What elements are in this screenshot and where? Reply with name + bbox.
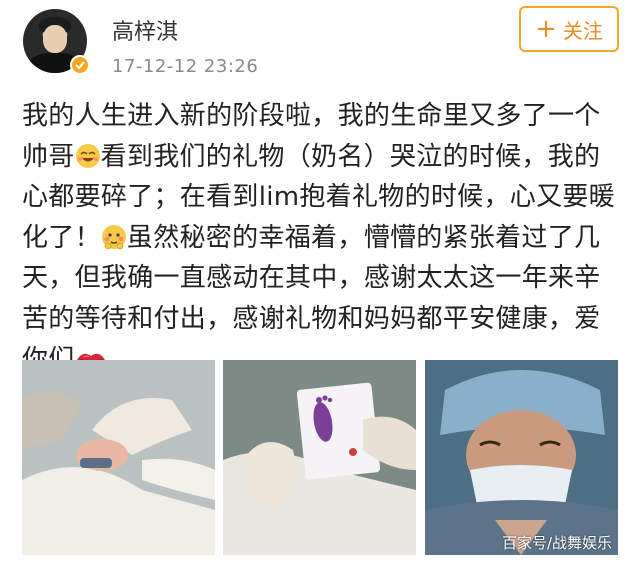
verified-badge-icon <box>70 55 90 75</box>
post-text-line: 帅哥 看到我们的礼物（奶名）哭泣的时候，我的 <box>22 137 622 178</box>
post-text: 我的人生进入新的阶段啦，我的生命里又多了一个 帅哥 看到我们的礼物（奶名）哭泣的时… <box>22 96 622 380</box>
photo-footprint-card[interactable] <box>223 360 416 555</box>
photo-father-in-scrubs[interactable]: 百家号/战舞娱乐 <box>425 360 618 555</box>
post-text-line: 我的人生进入新的阶段啦，我的生命里又多了一个 <box>22 101 601 131</box>
smile-emoji-icon <box>75 141 101 182</box>
avatar-face <box>43 25 67 53</box>
post-timestamp: 17-12-12 23:26 <box>112 56 259 77</box>
post-text-segment: 化了！ <box>22 222 101 253</box>
photo-grid: 百家号/战舞娱乐 <box>22 360 618 555</box>
post-text-segment: 虽然秘密的幸福着，懵懵的紧张着过了几 <box>126 222 601 253</box>
post-text-segment: 帅哥 <box>22 141 75 172</box>
username[interactable]: 高梓淇 <box>112 14 178 46</box>
photo-baby-hand[interactable] <box>22 360 215 555</box>
post-header: 高梓淇 17-12-12 23:26 + 关注 <box>0 0 640 92</box>
follow-label: 关注 <box>562 18 603 43</box>
shy-emoji-icon <box>101 222 127 263</box>
post-text-line: 心都要碎了；在看到lim抱着礼物的时候，心又要暖 <box>22 182 615 213</box>
post-text-line: 天，但我确一直感动在其中，感谢太太这一年来辛 <box>22 263 601 294</box>
watermark: 百家号/战舞娱乐 <box>501 534 612 552</box>
post-text-line: 化了！ 虽然秘密的幸福着，懵懵的紧张着过了几 <box>22 218 622 259</box>
plus-icon: + <box>535 14 557 44</box>
post-text-line: 苦的等待和付出，感谢礼物和妈妈都平安健康，爱 <box>22 303 601 334</box>
follow-button[interactable]: + 关注 <box>519 6 619 52</box>
post-text-segment: 看到我们的礼物（奶名）哭泣的时候，我的 <box>100 141 601 172</box>
